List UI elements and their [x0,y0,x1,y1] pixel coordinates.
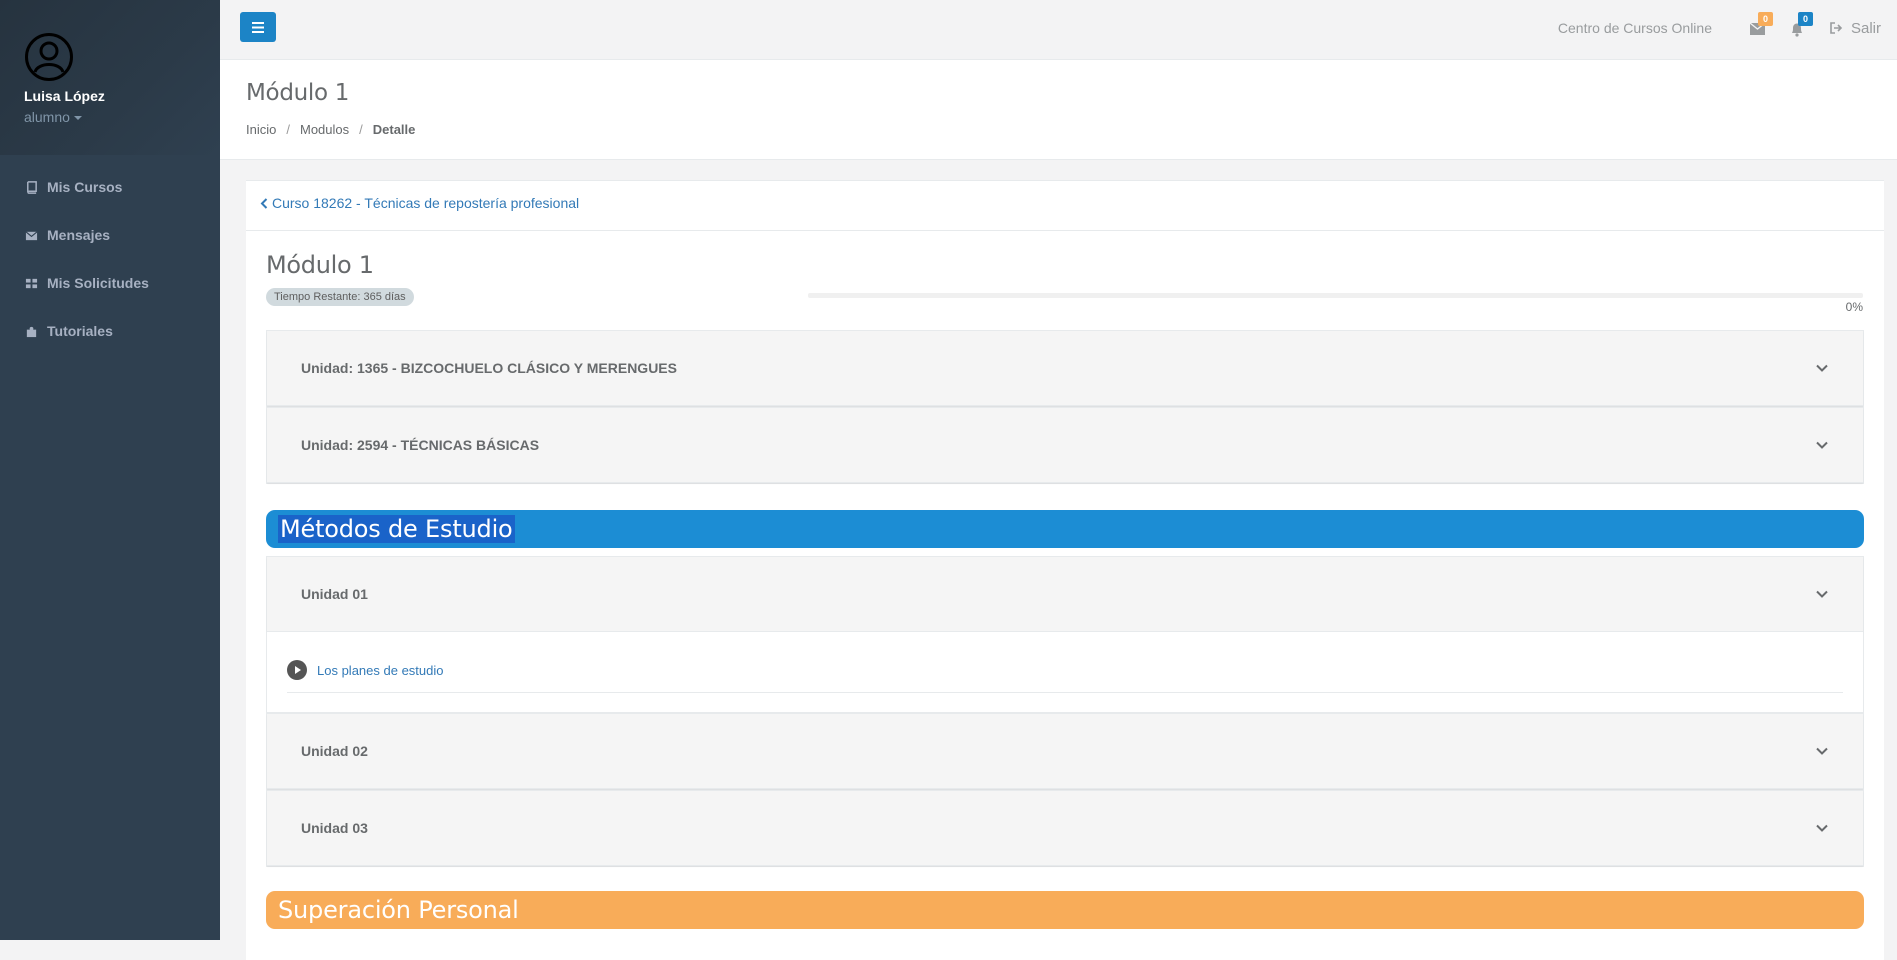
unit-title: Unidad 02 [301,743,368,759]
user-name: Luisa López [24,88,105,104]
notifications-button[interactable]: 0 [1790,12,1813,37]
content-header: Curso 18262 - Técnicas de repostería pro… [246,181,1884,231]
messages-count-badge: 0 [1757,12,1773,26]
caret-down-icon [73,116,82,121]
hamburger-icon [252,21,264,33]
play-circle-icon [287,660,307,680]
chevron-down-icon [1816,364,1828,372]
section-title: Métodos de Estudio [278,515,515,543]
breadcrumb-modulos[interactable]: Modulos [300,122,349,137]
module-title: Módulo 1 [266,251,374,279]
unit-panel-03: Unidad 03 [266,790,1864,867]
progress-label: 0% [1845,300,1863,314]
lesson-link[interactable]: Los planes de estudio [317,663,443,678]
unit-title: Unidad: 1365 - BIZCOCHUELO CLÁSICO Y MER… [301,360,677,376]
sidebar-item-label: Mensajes [47,227,111,243]
section-metodos-de-estudio: Métodos de Estudio [266,510,1864,548]
back-link-label: Curso 18262 - Técnicas de repostería pro… [272,195,580,211]
notifications-count-badge: 0 [1797,12,1813,26]
content-body: Módulo 1 Tiempo Restante: 365 días 0% Un… [246,231,1884,929]
sidebar-item-mis-cursos[interactable]: Mis Cursos [0,163,220,211]
topbar-right: Centro de Cursos Online 0 0 Salir [1558,0,1881,56]
time-remaining-badge: Tiempo Restante: 365 días [266,288,414,306]
grid-icon [25,278,38,288]
breadcrumb-detalle: Detalle [372,122,416,137]
unit-panel-2594: Unidad: 2594 - TÉCNICAS BÁSICAS [266,407,1864,484]
breadcrumb-separator: / [359,122,363,137]
menu-toggle-button[interactable] [240,12,276,42]
section-1-accordion: Unidad 01 Los planes de estudio Unidad 0… [266,556,1864,867]
module-progress: 0% [808,293,1863,314]
lesson-item[interactable]: Los planes de estudio [287,660,1843,693]
chevron-down-icon [1816,824,1828,832]
unit-panel-02: Unidad 02 [266,713,1864,790]
puzzle-icon [26,326,37,337]
section-title: Superación Personal [278,896,519,924]
unit-header[interactable]: Unidad: 2594 - TÉCNICAS BÁSICAS [267,408,1863,483]
unit-header[interactable]: Unidad 03 [267,791,1863,866]
breadcrumb-inicio[interactable]: Inicio [246,122,276,137]
book-icon [27,180,37,194]
logout-button[interactable]: Salir [1830,20,1881,37]
messages-button[interactable]: 0 [1749,12,1773,36]
unit-title: Unidad: 2594 - TÉCNICAS BÁSICAS [301,437,540,453]
sign-out-icon [1830,22,1843,34]
chevron-down-icon [1816,747,1828,755]
sidebar-item-label: Tutoriales [47,323,113,339]
page-heading: Módulo 1 Inicio / Modulos / Detalle [220,60,1897,160]
unit-panel-1365: Unidad: 1365 - BIZCOCHUELO CLÁSICO Y MER… [266,330,1864,407]
sidebar: Luisa López alumno Mis Cursos Mensajes M… [0,0,220,940]
unit-header[interactable]: Unidad: 1365 - BIZCOCHUELO CLÁSICO Y MER… [267,331,1863,406]
profile-header: Luisa López alumno [0,0,220,155]
sidebar-item-mis-solicitudes[interactable]: Mis Solicitudes [0,259,220,307]
breadcrumb: Inicio / Modulos / Detalle [246,122,1897,137]
user-avatar-icon [25,33,73,81]
top-navbar: Centro de Cursos Online 0 0 Salir [220,0,1897,60]
unit-header[interactable]: Unidad 01 [267,557,1863,632]
chevron-left-icon [260,197,268,209]
section-superacion-personal: Superación Personal [266,891,1864,929]
unit-body: Los planes de estudio [267,632,1863,712]
chevron-down-icon [1816,441,1828,449]
user-role-dropdown[interactable]: alumno [24,109,220,125]
unit-panel-01: Unidad 01 Los planes de estudio [266,556,1864,713]
module-content-box: Curso 18262 - Técnicas de repostería pro… [246,180,1884,960]
units-accordion: Unidad: 1365 - BIZCOCHUELO CLÁSICO Y MER… [266,330,1864,484]
sidebar-item-mensajes[interactable]: Mensajes [0,211,220,259]
envelope-icon [25,230,38,240]
sidebar-nav: Mis Cursos Mensajes Mis Solicitudes Tuto… [0,155,220,355]
page-title: Módulo 1 [246,80,350,106]
site-link[interactable]: Centro de Cursos Online [1558,20,1712,36]
unit-title: Unidad 01 [301,586,368,602]
logout-label: Salir [1850,19,1881,37]
user-role-label: alumno [24,109,70,125]
unit-header[interactable]: Unidad 02 [267,714,1863,789]
sidebar-item-label: Mis Solicitudes [47,275,149,291]
sidebar-item-tutoriales[interactable]: Tutoriales [0,307,220,355]
chevron-down-icon [1816,590,1828,598]
unit-title: Unidad 03 [301,820,368,836]
breadcrumb-separator: / [286,122,290,137]
progress-bar [808,293,1863,298]
sidebar-item-label: Mis Cursos [47,179,123,195]
back-to-course-link[interactable]: Curso 18262 - Técnicas de repostería pro… [260,195,579,211]
